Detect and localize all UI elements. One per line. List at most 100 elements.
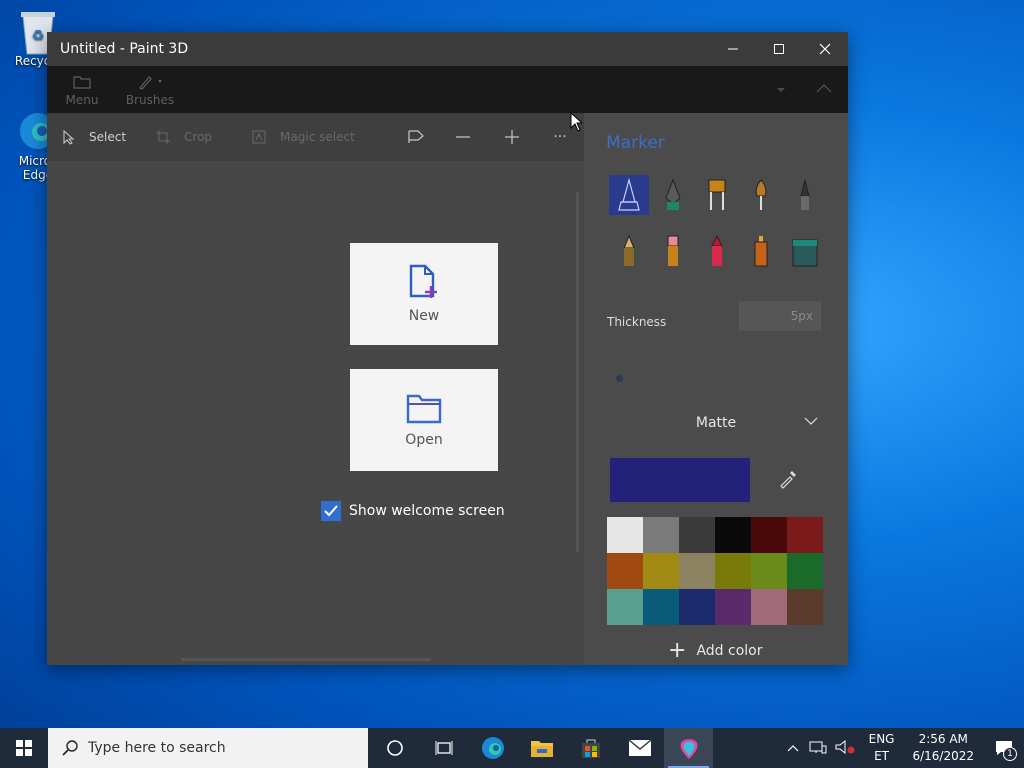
crop-tool-label: Crop: [184, 130, 213, 144]
brush-icon: [116, 71, 184, 93]
palette-swatch[interactable]: [715, 589, 751, 625]
palette-swatch[interactable]: [751, 589, 787, 625]
taskbar-search-box[interactable]: Type here to search: [48, 728, 368, 768]
checkbox-checked-icon: [321, 501, 341, 521]
palette-swatch[interactable]: [643, 553, 679, 589]
taskbar-edge[interactable]: [468, 728, 517, 768]
canvas-area[interactable]: [47, 161, 584, 665]
paint3d-window: Untitled - Paint 3D Menu Brushes Select …: [47, 32, 848, 665]
current-color-swatch[interactable]: [610, 458, 750, 502]
taskbar-file-explorer[interactable]: [517, 728, 566, 768]
cortana-circle-icon: [386, 740, 403, 756]
clock-time: 2:56 AM: [918, 732, 968, 746]
mail-icon: [628, 739, 651, 756]
calligraphy-pen-brush[interactable]: [653, 175, 693, 215]
ribbon-menu[interactable]: Menu: [48, 71, 116, 113]
network-icon[interactable]: [809, 740, 827, 757]
palette-swatch[interactable]: [679, 553, 715, 589]
canvas-toolbar: Select Crop Magic select ···: [47, 113, 584, 161]
palette-swatch[interactable]: [787, 553, 823, 589]
fill-bucket-icon: [792, 239, 818, 267]
taskbar-store[interactable]: [566, 728, 615, 768]
ribbon-brushes[interactable]: Brushes: [116, 71, 184, 113]
language-code: ENG: [868, 732, 895, 746]
palette-swatch[interactable]: [679, 589, 715, 625]
horizontal-scrollbar[interactable]: [181, 658, 431, 661]
vertical-scrollbar[interactable]: [576, 192, 579, 552]
title-bar[interactable]: Untitled - Paint 3D: [47, 32, 848, 66]
spray-can-brush[interactable]: [741, 231, 781, 271]
pixel-pen-brush[interactable]: [785, 175, 825, 215]
palette-swatch[interactable]: [679, 517, 715, 553]
zoom-in-button[interactable]: [497, 113, 527, 161]
maximize-button[interactable]: [756, 32, 802, 66]
marker-brush[interactable]: [609, 175, 649, 215]
thickness-label: Thickness: [607, 315, 667, 329]
fill-brush[interactable]: [785, 231, 825, 271]
chevron-up-icon[interactable]: [787, 741, 799, 755]
eraser-icon: [667, 235, 679, 266]
crayon-brush[interactable]: [697, 231, 737, 271]
action-center-button[interactable]: 1: [984, 728, 1024, 768]
minimize-button[interactable]: [710, 32, 756, 66]
palette-swatch[interactable]: [607, 553, 643, 589]
palette-swatch[interactable]: [643, 589, 679, 625]
palette-swatch[interactable]: [643, 517, 679, 553]
watercolor-brush[interactable]: [741, 175, 781, 215]
start-button[interactable]: [0, 728, 48, 768]
volume-muted-icon[interactable]: [835, 739, 855, 757]
ribbon: Menu Brushes: [47, 66, 848, 113]
ribbon-menu-label: Menu: [65, 93, 99, 107]
finish-dropdown-value: Matte: [695, 415, 737, 431]
watercolor-icon: [755, 179, 767, 210]
palette-swatch[interactable]: [607, 589, 643, 625]
select-tool[interactable]: Select: [63, 129, 127, 145]
thickness-input[interactable]: 5px: [739, 301, 821, 331]
oil-brush[interactable]: [697, 175, 737, 215]
close-button[interactable]: [802, 32, 848, 66]
chevron-up-icon: [816, 84, 832, 93]
input-language[interactable]: ENG ET: [869, 731, 895, 765]
marker-icon: [618, 178, 640, 211]
add-color-button[interactable]: + Add color: [668, 640, 762, 662]
open-folder-icon: [406, 394, 442, 424]
new-project-button[interactable]: New: [350, 243, 498, 345]
show-welcome-checkbox[interactable]: Show welcome screen: [321, 501, 505, 521]
collapse-ribbon-button[interactable]: [816, 82, 832, 97]
zoom-out-button[interactable]: [448, 113, 478, 161]
chevron-down-icon: [804, 414, 818, 430]
eyedropper-button[interactable]: [778, 469, 798, 493]
crop-tool[interactable]: Crop: [156, 130, 212, 144]
search-icon: [62, 740, 78, 756]
palette-swatch[interactable]: [607, 517, 643, 553]
finish-dropdown[interactable]: Matte: [606, 405, 826, 441]
pencil-brush[interactable]: [609, 231, 649, 271]
taskbar-mail[interactable]: [615, 728, 664, 768]
palette-swatch[interactable]: [715, 517, 751, 553]
oil-brush-icon: [708, 179, 726, 210]
palette-swatch[interactable]: [715, 553, 751, 589]
panel-title: Marker: [606, 133, 665, 153]
clock[interactable]: 2:56 AM 6/16/2022: [912, 731, 974, 765]
flag-button[interactable]: [401, 113, 431, 161]
clock-date: 6/16/2022: [912, 749, 974, 763]
open-project-button[interactable]: Open: [350, 369, 498, 471]
task-view-button[interactable]: [419, 728, 468, 768]
spray-can-icon: [754, 236, 768, 267]
cursor-select-icon: [63, 129, 75, 145]
palette-swatch[interactable]: [751, 553, 787, 589]
flag-icon: [408, 130, 424, 143]
system-tray: ENG ET 2:56 AM 6/16/2022 1: [787, 728, 1024, 768]
palette-swatch[interactable]: [787, 589, 823, 625]
taskbar-paint3d[interactable]: [664, 728, 713, 768]
cortana-button[interactable]: [370, 728, 419, 768]
select-tool-label: Select: [89, 130, 127, 144]
palette-swatch[interactable]: [787, 517, 823, 553]
maximize-icon: [774, 44, 784, 54]
palette-swatch[interactable]: [751, 517, 787, 553]
magic-select-tool[interactable]: Magic select: [252, 130, 355, 144]
magic-select-icon: [252, 130, 266, 144]
chevron-down-icon[interactable]: [776, 82, 786, 97]
thickness-slider[interactable]: [616, 375, 623, 382]
eraser-brush[interactable]: [653, 231, 693, 271]
